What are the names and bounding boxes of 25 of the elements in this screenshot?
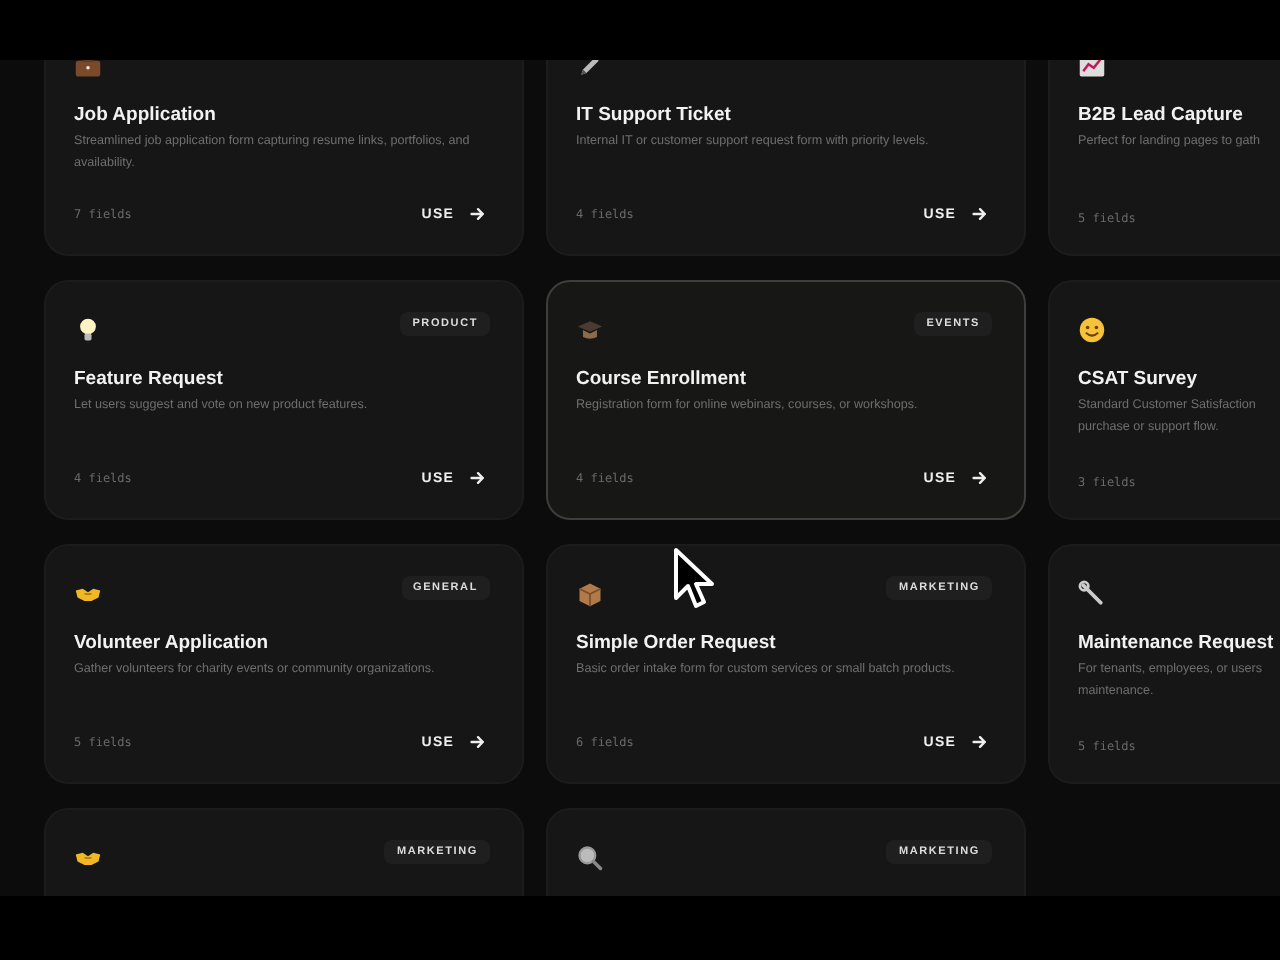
template-title: Feature Request xyxy=(74,368,225,390)
chart-icon xyxy=(1078,60,1106,80)
search-icon xyxy=(576,844,604,872)
template-title: Course Enrollment xyxy=(576,368,748,390)
pointer-cursor-icon xyxy=(672,546,716,610)
arrow-right-icon xyxy=(972,470,988,486)
template-title: Maintenance Request xyxy=(1078,632,1276,654)
template-title: Job Application xyxy=(74,104,218,126)
arrow-right-icon xyxy=(972,206,988,222)
arrow-right-icon xyxy=(470,470,486,486)
lightbulb-icon xyxy=(74,316,102,344)
template-title: B2B Lead Capture xyxy=(1078,104,1245,126)
pencil-icon xyxy=(576,60,604,80)
graduation-cap-icon xyxy=(576,316,604,344)
wrench-icon xyxy=(1078,580,1106,608)
briefcase-icon xyxy=(74,60,102,80)
arrow-right-icon xyxy=(470,734,486,750)
package-icon xyxy=(576,580,604,608)
template-title: IT Support Ticket xyxy=(576,104,733,126)
template-title: Simple Order Request xyxy=(576,632,778,654)
arrow-right-icon xyxy=(972,734,988,750)
template-title: CSAT Survey xyxy=(1078,368,1199,390)
smiley-icon xyxy=(1078,316,1106,344)
template-title: Volunteer Application xyxy=(74,632,271,654)
arrow-right-icon xyxy=(470,206,486,222)
